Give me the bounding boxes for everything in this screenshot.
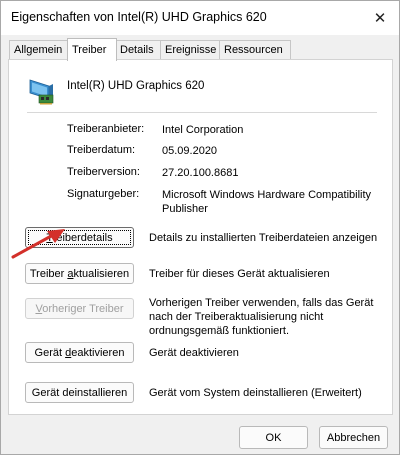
update-driver-desc: Treiber für dieses Gerät aktualisieren bbox=[149, 268, 330, 280]
disable-device-label: eaktivieren bbox=[71, 347, 125, 359]
update-driver-button[interactable]: Treiber aktualisieren bbox=[25, 263, 134, 284]
device-name: Intel(R) UHD Graphics 620 bbox=[67, 80, 205, 92]
provider-value: Intel Corporation bbox=[162, 124, 244, 136]
tab-treiber[interactable]: Treiber bbox=[67, 38, 117, 61]
provider-label: Treiberanbieter: bbox=[67, 123, 145, 135]
rollback-driver-desc: Vorherigen Treiber verwenden, falls das … bbox=[149, 297, 374, 337]
tab-details[interactable]: Details bbox=[115, 40, 161, 60]
update-driver-label: ktualisieren bbox=[73, 268, 130, 280]
red-arrow-annotation bbox=[11, 229, 65, 259]
tab-ressourcen[interactable]: Ressourcen bbox=[219, 40, 291, 60]
version-label: Treiberversion: bbox=[67, 166, 140, 178]
driver-details-desc: Details zu installierten Treiberdateien … bbox=[149, 232, 378, 244]
tab-ereignisse[interactable]: Ereignisse bbox=[160, 40, 221, 60]
title-bar: Eigenschaften von Intel(R) UHD Graphics … bbox=[1, 1, 399, 35]
rollback-driver-label: orheriger Treiber bbox=[42, 303, 124, 315]
ok-button[interactable]: OK bbox=[239, 426, 308, 449]
divider bbox=[27, 112, 377, 113]
tab-strip: Allgemein Treiber Details Ereignisse Res… bbox=[9, 38, 389, 61]
uninstall-device-button[interactable]: Gerät deinstallieren bbox=[25, 382, 134, 403]
close-icon: ✕ bbox=[373, 10, 387, 27]
properties-dialog: Eigenschaften von Intel(R) UHD Graphics … bbox=[0, 0, 400, 455]
signer-label: Signaturgeber: bbox=[67, 188, 140, 200]
tab-allgemein[interactable]: Allgemein bbox=[9, 40, 68, 60]
disable-device-button[interactable]: Gerät deaktivieren bbox=[25, 342, 134, 363]
cancel-button[interactable]: Abbrechen bbox=[319, 426, 388, 449]
rollback-driver-button[interactable]: Vorheriger Treiber bbox=[25, 298, 134, 319]
update-driver-label-pre: Treiber bbox=[29, 268, 68, 280]
version-value: 27.20.100.8681 bbox=[162, 167, 239, 179]
display-adapter-icon bbox=[29, 79, 54, 105]
uninstall-device-desc: Gerät vom System deinstallieren (Erweite… bbox=[149, 387, 362, 399]
disable-device-label-pre: Gerät bbox=[34, 347, 66, 359]
signer-value: Microsoft Windows Hardware Compatibility… bbox=[162, 189, 372, 215]
close-button[interactable]: ✕ bbox=[369, 7, 391, 29]
date-value: 05.09.2020 bbox=[162, 145, 218, 157]
disable-device-desc: Gerät deaktivieren bbox=[149, 347, 239, 359]
window-title: Eigenschaften von Intel(R) UHD Graphics … bbox=[11, 10, 267, 24]
date-label: Treiberdatum: bbox=[67, 144, 136, 156]
